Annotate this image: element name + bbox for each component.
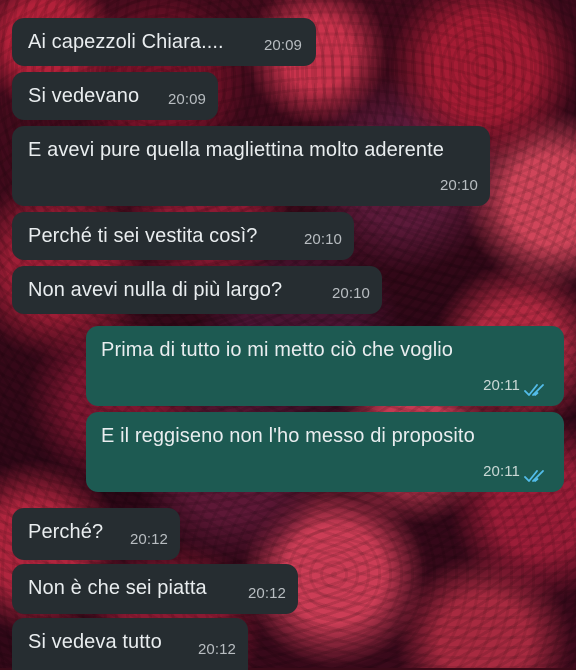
message-time: 20:10 bbox=[439, 177, 478, 194]
message-text: Perché? bbox=[28, 521, 104, 543]
message-time: 20:12 bbox=[247, 585, 286, 602]
message-text: Perché ti sei vestita così? bbox=[28, 225, 258, 247]
message-text: Si vedeva tutto bbox=[28, 631, 162, 653]
message-bubble-incoming[interactable]: E avevi pure quella magliettina molto ad… bbox=[12, 126, 490, 206]
message-bubble-outgoing[interactable]: Prima di tutto io mi metto ciò che vogli… bbox=[86, 326, 564, 406]
read-receipt-icon bbox=[524, 470, 544, 482]
message-list[interactable]: Ai capezzoli Chiara.... 20:09 Si vedevan… bbox=[0, 0, 576, 670]
message-time: 20:10 bbox=[331, 285, 370, 302]
message-bubble-incoming[interactable]: Ai capezzoli Chiara.... 20:09 bbox=[12, 18, 316, 66]
message-time: 20:09 bbox=[263, 37, 302, 54]
message-bubble-incoming[interactable]: Perché? 20:12 bbox=[12, 508, 180, 560]
message-bubble-incoming[interactable]: Si vedevano 20:09 bbox=[12, 72, 218, 120]
message-bubble-outgoing[interactable]: E il reggiseno non l'ho messo di proposi… bbox=[86, 412, 564, 492]
message-time: 20:11 bbox=[483, 463, 520, 480]
message-text: Prima di tutto io mi metto ciò che vogli… bbox=[101, 339, 454, 361]
message-bubble-incoming[interactable]: Non avevi nulla di più largo? 20:10 bbox=[12, 266, 382, 314]
message-text: Si vedevano bbox=[28, 85, 140, 107]
message-bubble-incoming[interactable]: Perché ti sei vestita così? 20:10 bbox=[12, 212, 354, 260]
message-text: E il reggiseno non l'ho messo di proposi… bbox=[101, 425, 475, 447]
message-bubble-incoming[interactable]: Non è che sei piatta 20:12 bbox=[12, 564, 298, 614]
message-time: 20:12 bbox=[129, 531, 168, 548]
message-time: 20:12 bbox=[197, 641, 236, 658]
message-text: E avevi pure quella magliettina molto ad… bbox=[28, 139, 444, 161]
message-time: 20:11 bbox=[483, 377, 520, 394]
message-bubble-incoming[interactable]: Si vedeva tutto 20:12 bbox=[12, 618, 248, 670]
message-text: Non è che sei piatta bbox=[28, 577, 207, 599]
message-time: 20:10 bbox=[303, 231, 342, 248]
message-time: 20:09 bbox=[167, 91, 206, 108]
message-text: Non avevi nulla di più largo? bbox=[28, 279, 283, 301]
read-receipt-icon bbox=[524, 384, 544, 396]
message-text: Ai capezzoli Chiara.... bbox=[28, 31, 224, 53]
